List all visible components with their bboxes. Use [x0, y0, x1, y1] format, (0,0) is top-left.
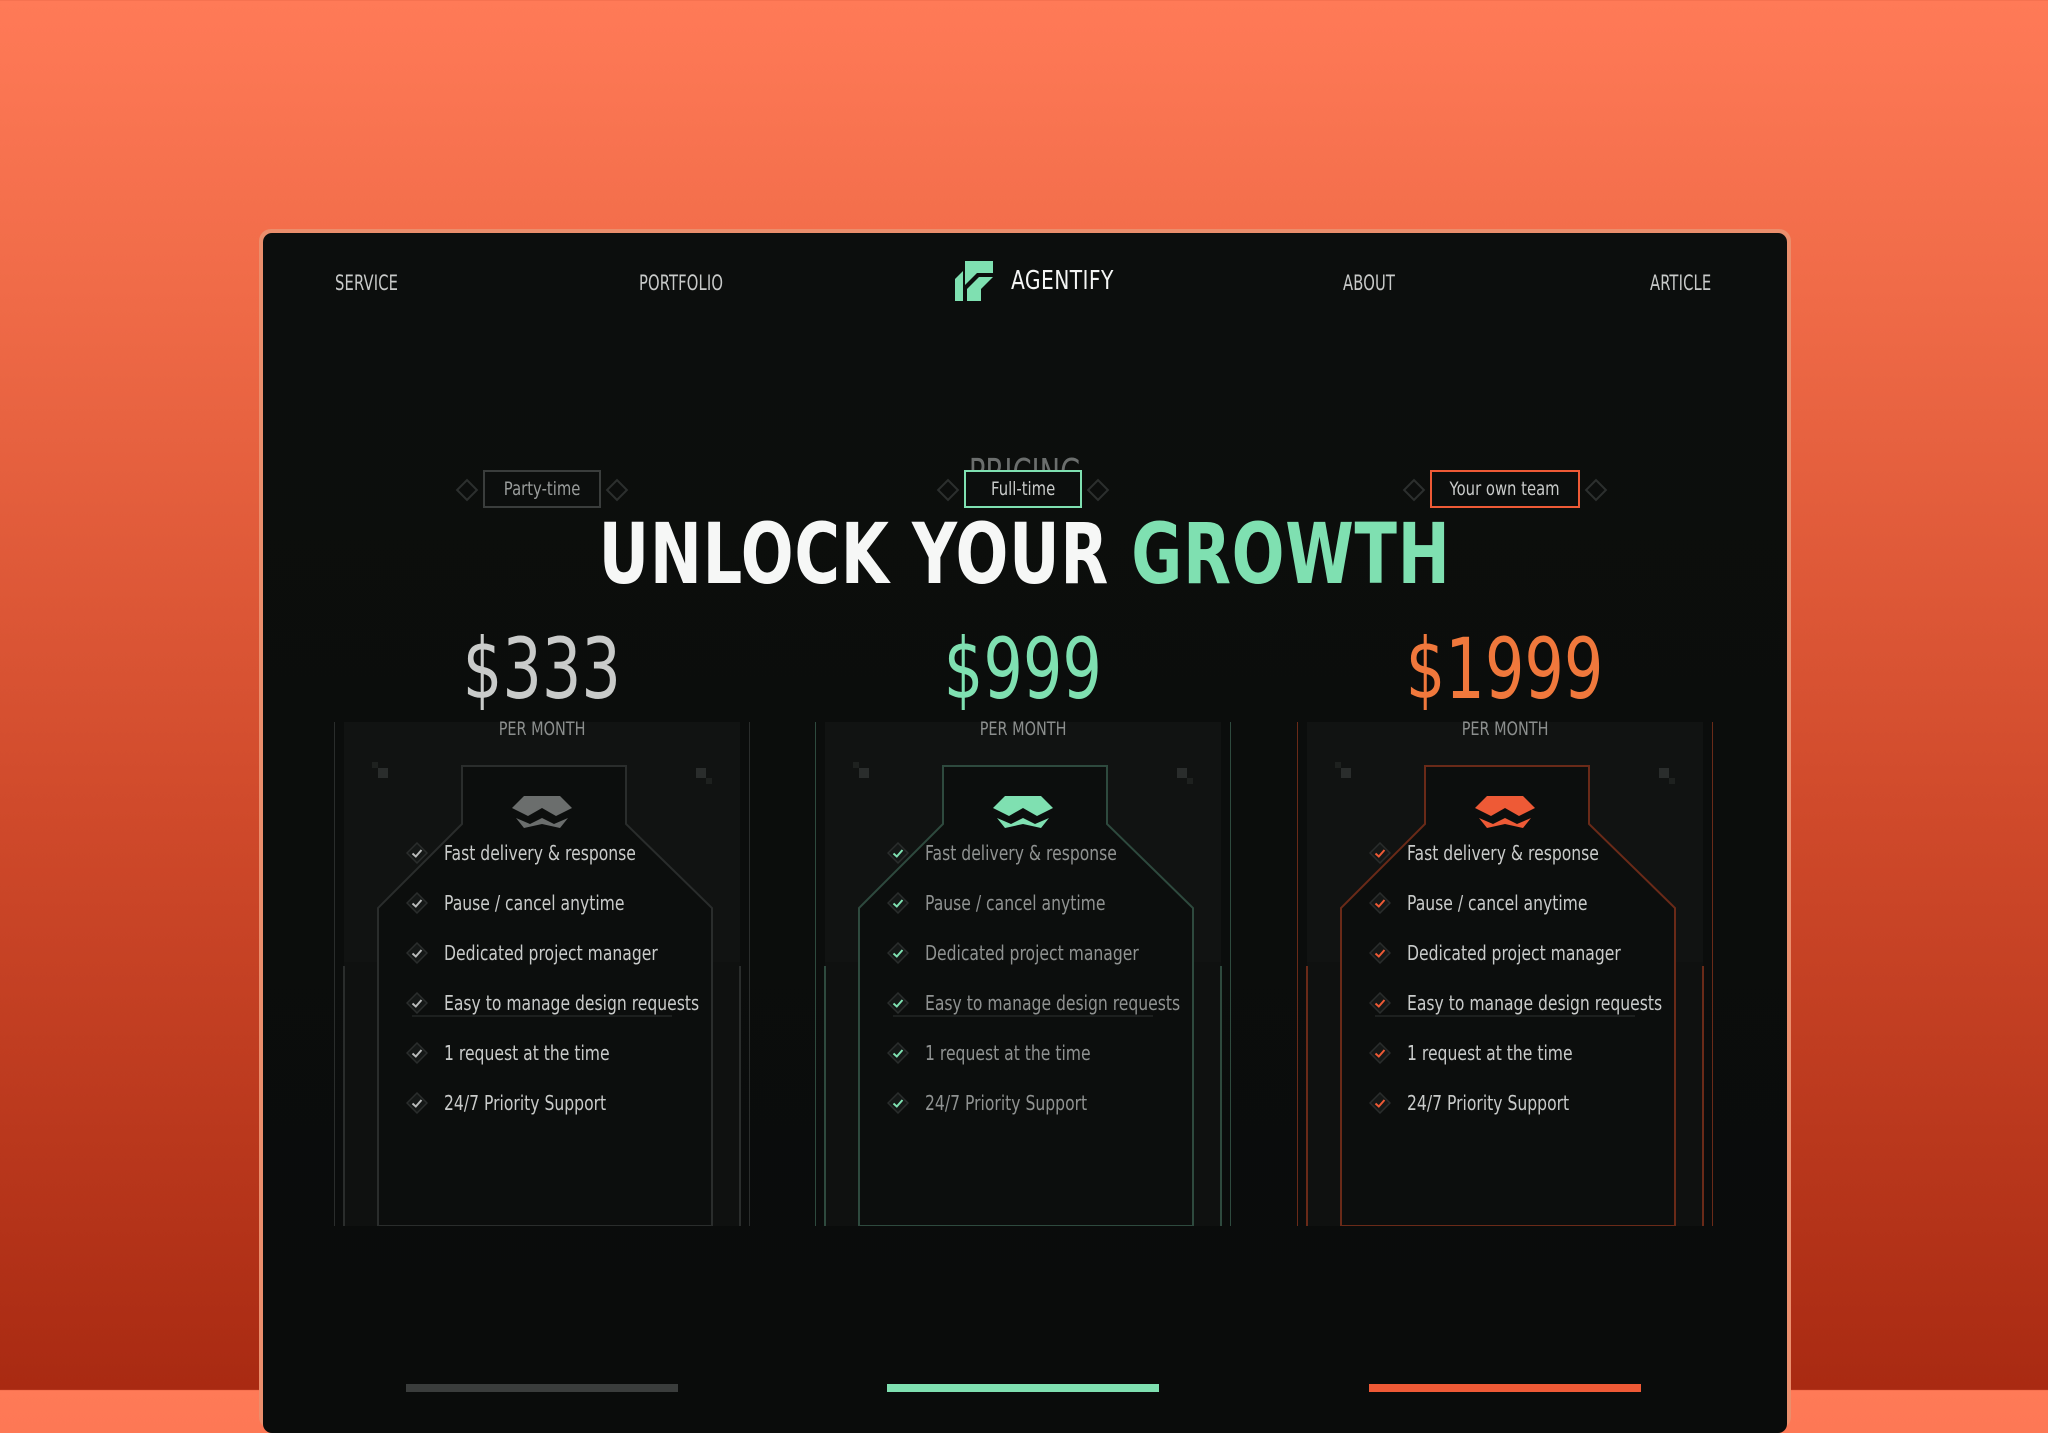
- check-icon: [1369, 1042, 1391, 1064]
- feature-item: Pause / cancel anytime: [406, 878, 706, 928]
- feature-label: Dedicated project manager: [1407, 941, 1621, 965]
- feature-list: Fast delivery & response Pause / cancel a…: [887, 828, 1187, 1128]
- feature-item: Fast delivery & response: [1369, 828, 1669, 878]
- feature-item: Pause / cancel anytime: [887, 878, 1187, 928]
- plan-price: $333: [462, 620, 622, 718]
- feature-item: 1 request at the time: [406, 1028, 706, 1078]
- logo-icon: [955, 261, 993, 301]
- feature-label: Pause / cancel anytime: [925, 891, 1106, 915]
- feature-item: 1 request at the time: [1369, 1028, 1669, 1078]
- plan-cta-button[interactable]: [1369, 1384, 1641, 1392]
- feature-item: 24/7 Priority Support: [406, 1078, 706, 1128]
- feature-label: 24/7 Priority Support: [1407, 1091, 1570, 1115]
- nav-article[interactable]: ARTICLE: [1650, 271, 1711, 295]
- plan-cta-button[interactable]: [887, 1384, 1159, 1392]
- plan-period: PER MONTH: [498, 718, 586, 740]
- feature-item: Easy to manage design requests: [887, 978, 1187, 1028]
- check-icon: [887, 842, 909, 864]
- feature-label: Fast delivery & response: [1407, 841, 1599, 865]
- feature-label: 24/7 Priority Support: [925, 1091, 1088, 1115]
- check-icon: [887, 892, 909, 914]
- plan-price: $999: [943, 620, 1103, 718]
- check-icon: [887, 1042, 909, 1064]
- feature-item: Dedicated project manager: [1369, 928, 1669, 978]
- check-icon: [1369, 992, 1391, 1014]
- brand-logo[interactable]: AGENTIFY: [953, 259, 1143, 303]
- plan-period: PER MONTH: [979, 718, 1067, 740]
- feature-label: Pause / cancel anytime: [1407, 891, 1588, 915]
- plan-tag: Party-time: [483, 470, 601, 508]
- brand-name: AGENTIFY: [1011, 266, 1114, 296]
- feature-item: 1 request at the time: [887, 1028, 1187, 1078]
- check-icon: [406, 992, 428, 1014]
- check-icon: [406, 842, 428, 864]
- check-icon: [887, 1092, 909, 1114]
- check-icon: [406, 1042, 428, 1064]
- check-icon: [1369, 842, 1391, 864]
- check-icon: [406, 942, 428, 964]
- check-icon: [1369, 942, 1391, 964]
- check-icon: [406, 892, 428, 914]
- feature-item: Fast delivery & response: [887, 828, 1187, 878]
- feature-item: Easy to manage design requests: [406, 978, 706, 1028]
- check-icon: [406, 1092, 428, 1114]
- plan-price: $1999: [1406, 620, 1604, 718]
- feature-item: Easy to manage design requests: [1369, 978, 1669, 1028]
- feature-label: Easy to manage design requests: [1407, 991, 1663, 1015]
- check-icon: [1369, 892, 1391, 914]
- plan-period: PER MONTH: [1461, 718, 1549, 740]
- feature-label: Fast delivery & response: [444, 841, 636, 865]
- feature-label: Dedicated project manager: [444, 941, 658, 965]
- feature-item: Dedicated project manager: [887, 928, 1187, 978]
- feature-label: 24/7 Priority Support: [444, 1091, 607, 1115]
- feature-label: Fast delivery & response: [925, 841, 1117, 865]
- check-icon: [887, 992, 909, 1014]
- feature-list: Fast delivery & response Pause / cancel a…: [406, 828, 706, 1128]
- nav-about[interactable]: ABOUT: [1343, 271, 1395, 295]
- feature-item: 24/7 Priority Support: [887, 1078, 1187, 1128]
- feature-item: Fast delivery & response: [406, 828, 706, 878]
- feature-label: 1 request at the time: [1407, 1041, 1573, 1065]
- check-icon: [887, 942, 909, 964]
- plan-tag: Your own team: [1430, 470, 1580, 508]
- feature-label: Pause / cancel anytime: [444, 891, 625, 915]
- feature-label: Dedicated project manager: [925, 941, 1139, 965]
- feature-label: Easy to manage design requests: [925, 991, 1181, 1015]
- nav-service[interactable]: SERVICE: [335, 271, 398, 295]
- feature-label: 1 request at the time: [925, 1041, 1091, 1065]
- plan-tag: Full-time: [964, 470, 1082, 508]
- plan-cta-button[interactable]: [406, 1384, 678, 1392]
- nav-portfolio[interactable]: PORTFOLIO: [639, 271, 723, 295]
- feature-label: Easy to manage design requests: [444, 991, 700, 1015]
- feature-item: Pause / cancel anytime: [1369, 878, 1669, 928]
- check-icon: [1369, 1092, 1391, 1114]
- feature-item: Dedicated project manager: [406, 928, 706, 978]
- feature-list: Fast delivery & response Pause / cancel a…: [1369, 828, 1669, 1128]
- feature-item: 24/7 Priority Support: [1369, 1078, 1669, 1128]
- feature-label: 1 request at the time: [444, 1041, 610, 1065]
